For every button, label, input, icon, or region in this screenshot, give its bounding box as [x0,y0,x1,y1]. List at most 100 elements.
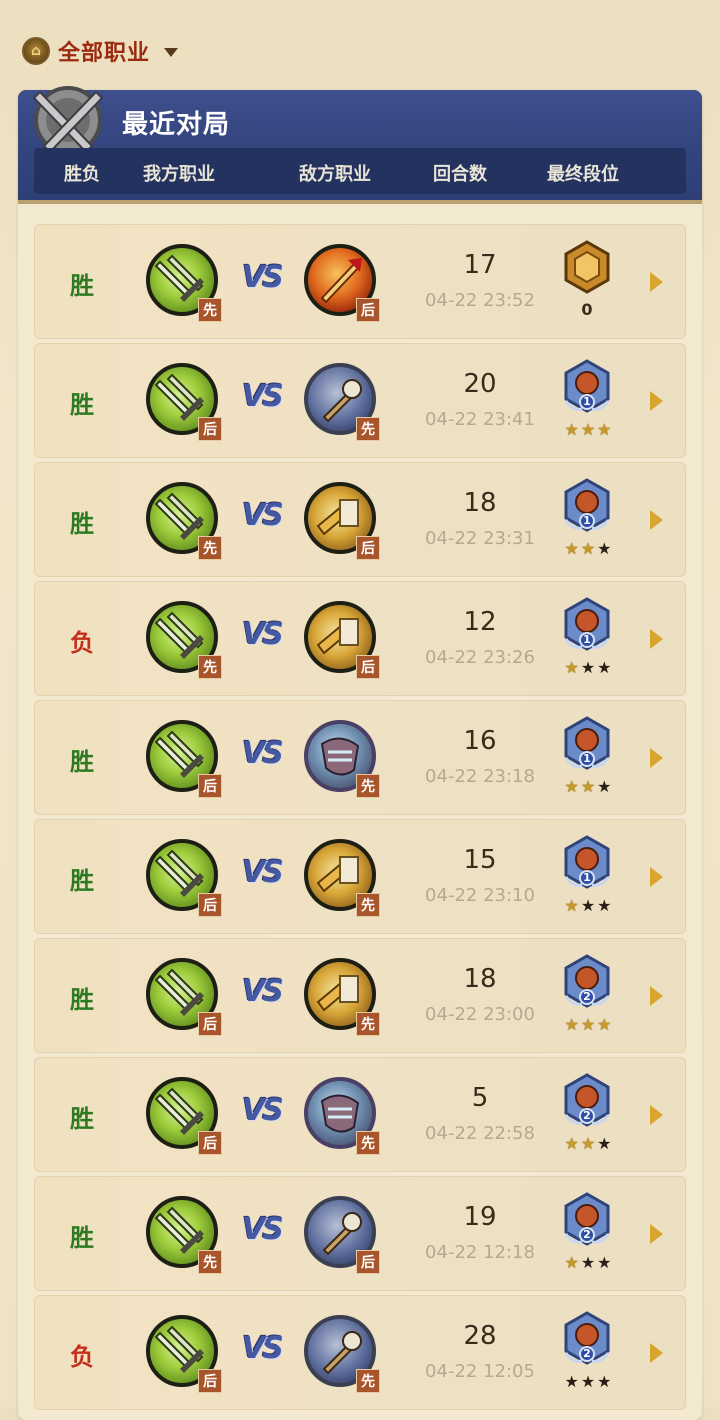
enemy-turn-order-badge: 后 [356,1250,380,1274]
my-turn-order-badge: 先 [198,298,222,322]
star-icon: ★ [597,420,612,439]
class-filter[interactable]: ⌂ 全部职业 [22,34,179,68]
match-row[interactable]: 胜后 VS 先 20 04-22 23:41 1 ★ ★ ★ [34,343,686,458]
chevron-right-icon[interactable] [650,391,663,411]
vs-label: VS [242,617,284,652]
my-turn-order-badge: 后 [198,774,222,798]
rank-level-number: 2 [583,1347,591,1360]
match-result: 胜 [70,867,94,895]
match-result: 胜 [70,748,94,776]
match-row[interactable]: 负后 VS 先 28 04-22 12:05 2 ★ ★ ★ [34,1295,686,1410]
star-icon: ★ [580,777,596,796]
turn-count: 18 [463,964,497,994]
chevron-right-icon[interactable] [650,1224,663,1244]
chevron-right-icon[interactable] [650,748,663,768]
rank-stars: ★ ★ ★ [558,897,618,915]
chevron-right-icon[interactable] [650,1105,663,1125]
match-result: 胜 [70,391,94,419]
turn-count: 28 [463,1321,497,1351]
enemy-turn-order-badge: 后 [356,298,380,322]
diamond-rank-icon: 2 [562,1192,612,1252]
column-header-bar: 胜负 我方职业 敌方职业 回合数 最终段位 [34,148,686,194]
rank-level-number: 1 [583,633,591,646]
rank-level-number: 2 [583,1109,591,1122]
rank-level-number: 2 [583,990,591,1003]
vs-label: VS [242,260,284,295]
match-result: 胜 [70,1224,94,1252]
rank-level-number: 1 [583,871,591,884]
turn-count: 19 [463,1202,497,1232]
match-row[interactable]: 胜后 VS 先 15 04-22 23:10 1 ★ ★ ★ [34,819,686,934]
match-timestamp: 04-22 12:18 [425,1242,535,1263]
chevron-right-icon[interactable] [650,629,663,649]
match-row[interactable]: 负先 VS 后 12 04-22 23:26 1 ★ ★ ★ [34,581,686,696]
column-header-turns: 回合数 [433,164,487,185]
my-turn-order-badge: 先 [198,1250,222,1274]
diamond-rank-icon: 1 [562,359,612,419]
match-result: 胜 [70,986,94,1014]
match-timestamp: 04-22 23:41 [425,409,535,430]
match-result: 胜 [70,510,94,538]
match-timestamp: 04-22 23:10 [425,885,535,906]
vs-label: VS [242,1093,284,1128]
match-timestamp: 04-22 23:26 [425,647,535,668]
star-icon: ★ [564,1372,579,1391]
match-row[interactable]: 胜先 VS 后 19 04-22 12:18 2 ★ ★ ★ [34,1176,686,1291]
star-icon: ★ [564,1134,579,1153]
chevron-right-icon[interactable] [650,986,663,1006]
column-header-enemy-class: 敌方职业 [299,164,371,185]
rank-level-number: 1 [583,514,591,527]
star-icon: ★ [564,1015,579,1034]
match-timestamp: 04-22 23:00 [425,1004,535,1025]
vs-label: VS [242,855,284,890]
chevron-right-icon[interactable] [650,272,663,292]
rank-stars: ★ ★ ★ [558,1135,618,1153]
star-icon: ★ [580,1134,596,1153]
panel-header: 最近对局 胜负 我方职业 敌方职业 回合数 最终段位 [18,86,702,204]
turn-count: 5 [471,1083,489,1113]
rank-level-number: 1 [583,395,591,408]
rank-level-number: 1 [583,752,591,765]
my-turn-order-badge: 后 [198,893,222,917]
match-row[interactable]: 胜后 VS 先 5 04-22 22:58 2 ★ ★ ★ [34,1057,686,1172]
vs-label: VS [242,1331,284,1366]
chevron-right-icon[interactable] [650,867,663,887]
match-result: 胜 [70,272,94,300]
star-icon: ★ [580,1372,596,1391]
match-row[interactable]: 胜先 VS 后 18 04-22 23:31 1 ★ ★ ★ [34,462,686,577]
match-row[interactable]: 胜后 VS 先 18 04-22 23:00 2 ★ ★ ★ [34,938,686,1053]
vs-label: VS [242,379,284,414]
rank-level-number: 2 [583,1228,591,1241]
turn-count: 18 [463,488,497,518]
star-icon: ★ [597,1134,612,1153]
star-icon: ★ [580,896,596,915]
diamond-rank-icon: 1 [562,478,612,538]
star-icon: ★ [597,658,612,677]
chevron-right-icon[interactable] [650,510,663,530]
my-turn-order-badge: 后 [198,1131,222,1155]
star-icon: ★ [580,1253,596,1272]
chevron-right-icon[interactable] [650,1343,663,1363]
star-icon: ★ [564,420,579,439]
my-turn-order-badge: 先 [198,536,222,560]
rank-stars: ★ ★ ★ [558,778,618,796]
vs-label: VS [242,974,284,1009]
star-icon: ★ [564,777,579,796]
diamond-rank-icon: 1 [562,835,612,895]
star-icon: ★ [564,658,579,677]
match-timestamp: 04-22 23:52 [425,290,535,311]
star-icon: ★ [580,420,596,439]
rank-stars: ★ ★ ★ [558,1016,618,1034]
match-result: 负 [70,1343,94,1371]
my-turn-order-badge: 后 [198,417,222,441]
legend-rank-number: 0 [581,300,593,319]
enemy-turn-order-badge: 先 [356,1369,380,1393]
star-icon: ★ [564,1253,579,1272]
chevron-down-icon [164,48,179,57]
class-filter-label: 全部职业 [58,41,151,66]
match-row[interactable]: 胜先 VS 后 17 04-22 23:52 0 [34,224,686,339]
star-icon: ★ [597,1372,612,1391]
turn-count: 20 [463,369,497,399]
match-row[interactable]: 胜后 VS 先 16 04-22 23:18 1 ★ ★ ★ [34,700,686,815]
enemy-turn-order-badge: 先 [356,774,380,798]
